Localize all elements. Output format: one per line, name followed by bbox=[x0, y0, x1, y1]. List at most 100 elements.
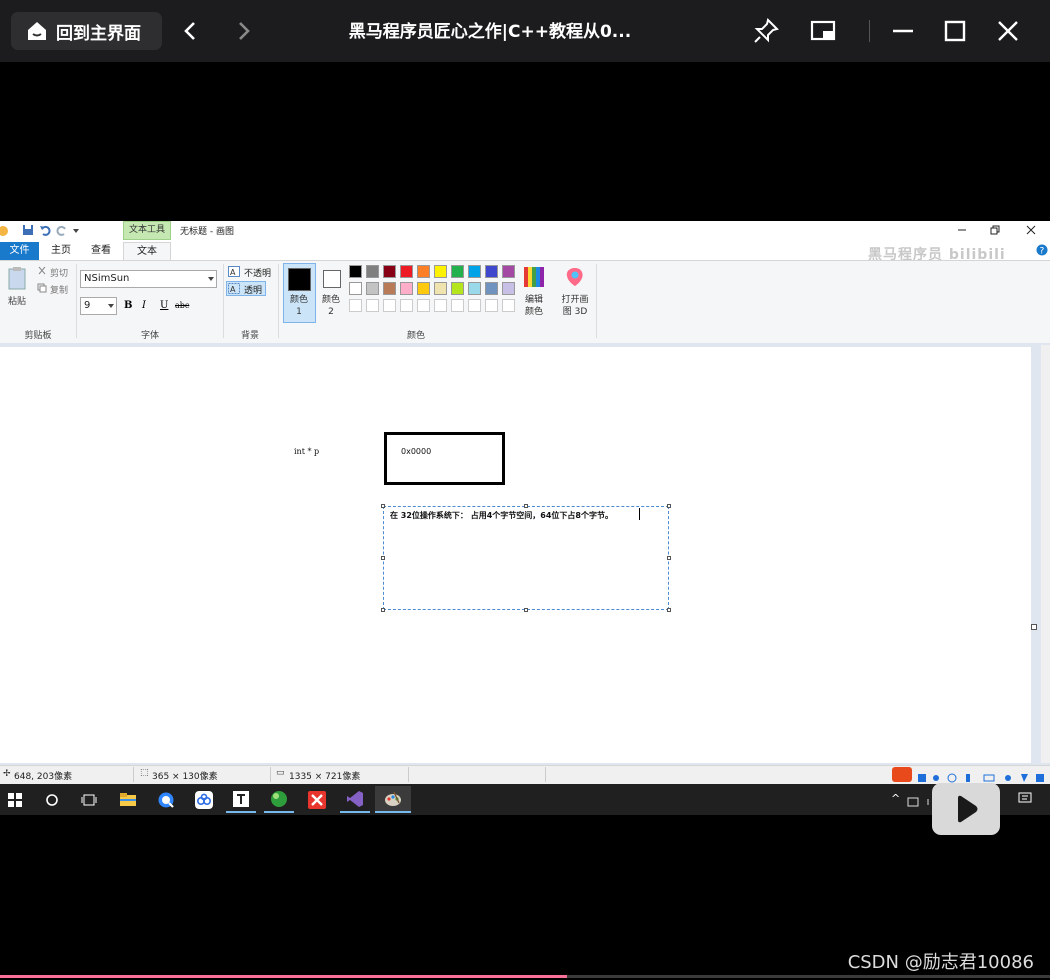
redo-icon[interactable] bbox=[56, 224, 68, 236]
text-box-content[interactable]: 在 32位操作系统下： 占用4个字节空间，64位下占8个字节。 bbox=[390, 510, 613, 521]
search-button[interactable] bbox=[37, 786, 67, 813]
task-view-button[interactable] bbox=[74, 786, 104, 813]
palette-swatch[interactable] bbox=[485, 265, 498, 278]
edit-colors-icon[interactable] bbox=[523, 266, 545, 288]
paste-icon[interactable] bbox=[7, 266, 27, 290]
underline-button[interactable]: U bbox=[160, 300, 168, 311]
customize-qat-icon[interactable] bbox=[72, 226, 80, 236]
palette-empty-slot[interactable] bbox=[349, 299, 362, 312]
text-box-resize-handle[interactable] bbox=[524, 504, 528, 508]
cursor-position: 648, 203像素 bbox=[14, 772, 73, 782]
tab-view[interactable]: 查看 bbox=[84, 242, 118, 260]
taskbar-explorer[interactable] bbox=[113, 786, 143, 813]
pointer-label: int * p bbox=[294, 447, 320, 456]
palette-swatch[interactable] bbox=[485, 282, 498, 295]
palette-swatch[interactable] bbox=[383, 265, 396, 278]
save-icon[interactable] bbox=[22, 224, 34, 236]
cut-button[interactable]: 剪切 bbox=[50, 266, 68, 279]
palette-swatch[interactable] bbox=[502, 265, 515, 278]
palette-empty-slot[interactable] bbox=[417, 299, 430, 312]
context-tab-text-tools: 文本工具 bbox=[123, 221, 171, 240]
taskbar-qq-browser[interactable] bbox=[151, 786, 181, 813]
selection-icon: ⬚ bbox=[140, 768, 149, 778]
palette-swatch[interactable] bbox=[434, 282, 447, 295]
text-box-resize-handle[interactable] bbox=[381, 556, 385, 560]
palette-swatch[interactable] bbox=[502, 282, 515, 295]
text-box-resize-handle[interactable] bbox=[524, 608, 528, 612]
taskbar-baidu-netdisk[interactable] bbox=[189, 786, 219, 813]
help-icon[interactable]: ? bbox=[1036, 244, 1048, 256]
cut-icon[interactable] bbox=[37, 266, 47, 276]
palette-swatch[interactable] bbox=[468, 265, 481, 278]
tray-chevron-up-icon[interactable]: ^ bbox=[891, 792, 900, 805]
taskbar-xmind[interactable] bbox=[302, 786, 332, 813]
typora-icon bbox=[233, 790, 249, 807]
palette-swatch[interactable] bbox=[468, 282, 481, 295]
palette-swatch[interactable] bbox=[434, 265, 447, 278]
palette-empty-slot[interactable] bbox=[468, 299, 481, 312]
text-box-resize-handle[interactable] bbox=[667, 504, 671, 508]
home-button[interactable]: 回到主界面 bbox=[11, 12, 162, 50]
font-family-select[interactable]: NSimSun bbox=[80, 270, 217, 288]
undo-icon[interactable] bbox=[39, 224, 51, 236]
paint-close-icon[interactable] bbox=[1026, 225, 1036, 235]
opaque-button[interactable]: 不透明 bbox=[244, 266, 271, 279]
taskbar-visual-studio[interactable] bbox=[340, 786, 370, 813]
palette-empty-slot[interactable] bbox=[502, 299, 515, 312]
copy-button[interactable]: 复制 bbox=[50, 283, 68, 296]
svg-text:A: A bbox=[230, 268, 236, 277]
palette-empty-slot[interactable] bbox=[400, 299, 413, 312]
forward-arrow-icon[interactable] bbox=[230, 18, 256, 44]
palette-empty-slot[interactable] bbox=[366, 299, 379, 312]
palette-swatch[interactable] bbox=[366, 282, 379, 295]
ime-icon[interactable] bbox=[892, 767, 912, 782]
notification-icon[interactable] bbox=[1018, 792, 1032, 805]
text-box-resize-handle[interactable] bbox=[667, 556, 671, 560]
tab-file[interactable]: 文件 bbox=[0, 242, 39, 260]
search-icon bbox=[46, 793, 58, 806]
text-box-resize-handle[interactable] bbox=[381, 608, 385, 612]
vertical-scrollbar[interactable] bbox=[1041, 345, 1050, 763]
text-box-resize-handle[interactable] bbox=[381, 504, 385, 508]
palette-swatch[interactable] bbox=[400, 282, 413, 295]
canvas-resize-handle[interactable] bbox=[1031, 624, 1037, 630]
palette-swatch[interactable] bbox=[366, 265, 379, 278]
color2-swatch[interactable] bbox=[323, 270, 341, 288]
palette-empty-slot[interactable] bbox=[434, 299, 447, 312]
text-box-resize-handle[interactable] bbox=[667, 608, 671, 612]
play-button[interactable] bbox=[932, 783, 1000, 835]
italic-button[interactable]: I bbox=[142, 300, 146, 311]
palette-swatch[interactable] bbox=[451, 265, 464, 278]
text-box[interactable] bbox=[383, 506, 669, 610]
palette-swatch[interactable] bbox=[349, 265, 362, 278]
palette-swatch[interactable] bbox=[451, 282, 464, 295]
bold-button[interactable]: B bbox=[124, 300, 132, 311]
pin-icon[interactable] bbox=[751, 16, 781, 46]
paint3d-icon[interactable] bbox=[564, 266, 586, 288]
palette-swatch[interactable] bbox=[417, 265, 430, 278]
taskbar-typora[interactable] bbox=[226, 786, 256, 813]
copy-icon[interactable] bbox=[37, 283, 47, 293]
paint-restore-icon[interactable] bbox=[990, 225, 1000, 235]
tab-text[interactable]: 文本 bbox=[123, 242, 171, 261]
palette-empty-slot[interactable] bbox=[485, 299, 498, 312]
paste-button[interactable]: 粘贴 bbox=[8, 294, 26, 307]
paint-minimize-icon[interactable] bbox=[957, 225, 967, 235]
tab-home[interactable]: 主页 bbox=[44, 242, 78, 260]
back-arrow-icon[interactable] bbox=[178, 18, 204, 44]
strikethrough-button[interactable]: abc bbox=[175, 301, 189, 310]
minimize-icon[interactable] bbox=[888, 16, 918, 46]
palette-empty-slot[interactable] bbox=[451, 299, 464, 312]
close-icon[interactable] bbox=[993, 16, 1023, 46]
palette-swatch[interactable] bbox=[383, 282, 396, 295]
taskbar-paint[interactable] bbox=[375, 786, 411, 813]
taskbar-app-green[interactable] bbox=[264, 786, 294, 813]
ime-toolbar[interactable] bbox=[916, 769, 1046, 783]
picture-in-picture-icon[interactable] bbox=[808, 16, 838, 46]
palette-swatch[interactable] bbox=[417, 282, 430, 295]
palette-empty-slot[interactable] bbox=[383, 299, 396, 312]
palette-swatch[interactable] bbox=[400, 265, 413, 278]
maximize-icon[interactable] bbox=[940, 16, 970, 46]
start-button[interactable] bbox=[0, 786, 30, 813]
palette-swatch[interactable] bbox=[349, 282, 362, 295]
